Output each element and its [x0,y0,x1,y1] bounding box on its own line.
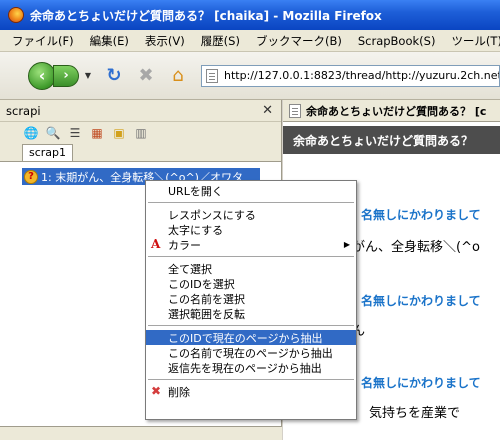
sidebar-header: scrapi ✕ [0,100,281,122]
submenu-arrow-icon: ▶ [343,240,350,249]
menu-file[interactable]: ファイル(F) [4,33,82,49]
menu-separator [148,325,354,326]
globe-icon[interactable]: 🌐 [22,124,40,142]
text-color-icon: A [151,237,161,251]
back-arrow-icon: ‹ [38,66,46,85]
menu-item-label: 選択範囲を反転 [168,307,245,321]
menu-view[interactable]: 表示(V) [137,33,193,49]
new-folder-icon[interactable]: ▣ [110,124,128,142]
sidebar-footer [0,426,282,440]
menu-item-extract-by-name[interactable]: この名前で現在のページから抽出 [146,345,356,360]
post-text: 気持ちを産業で [369,406,461,421]
stop-button[interactable]: ✖ [133,63,159,89]
menu-item-delete[interactable]: ✖ 削除 [146,384,356,399]
navigation-toolbar: ‹ › ▼ ↻ ✖ ⌂ http://127.0.0.1:8823/thread… [0,52,500,100]
menu-item-select-name[interactable]: この名前を選択 [146,291,356,306]
menu-item-label: 返信先を現在のページから抽出 [168,361,322,375]
question-icon: ? [24,169,38,184]
sidebar-toolbar: 🌐 🔍 ☰ ▦ ▣ ▥ [0,122,281,144]
menu-item-select-id[interactable]: このIDを選択 [146,276,356,291]
page-icon [206,68,218,83]
close-sidebar-icon[interactable]: ✕ [262,103,273,118]
delete-icon: ✖ [151,384,162,398]
history-dropdown-button[interactable]: ▼ [81,66,95,86]
content-tab[interactable]: 余命あとちょいだけど質問ある？ [c [283,100,500,122]
list-icon[interactable]: ☰ [66,124,84,142]
menu-scrapbook[interactable]: ScrapBook(S) [350,34,444,48]
content-tab-title: 余命あとちょいだけど質問ある？ [c [306,104,487,118]
menu-item-select-all[interactable]: 全て選択 [146,261,356,276]
menu-history[interactable]: 履歴(S) [193,33,248,49]
menu-item-label: 全て選択 [168,262,212,276]
menu-separator [148,379,354,380]
menu-item-label: 削除 [168,385,190,399]
menu-item-invert-selection[interactable]: 選択範囲を反転 [146,306,356,321]
menu-item-label: URLを開く [168,184,223,198]
url-bar[interactable]: http://127.0.0.1:8823/thread/http://yuzu… [201,64,500,87]
menu-bar: ファイル(F) 編集(E) 表示(V) 履歴(S) ブックマーク(B) Scra… [0,30,500,52]
sidebar-tabs: scrap1 [0,144,281,162]
menu-item-label: このIDを選択 [168,277,235,291]
menu-item-open-url[interactable]: URLを開く [146,183,356,198]
context-menu: URLを開く レスポンスにする 太字にする A カラー ▶ 全て選択 このIDを… [145,180,357,420]
tab-scrap1[interactable]: scrap1 [22,144,74,161]
tree-icon[interactable]: ▦ [88,124,106,142]
thread-title: 余命あとちょいだけど質問ある？ [293,133,474,148]
menu-separator [148,202,354,203]
post-text: がん、全身転移＼(^o [352,240,480,255]
trash-icon[interactable]: ▥ [132,124,150,142]
menu-item-label: この名前を選択 [168,292,245,306]
post-author[interactable]: 名無しにかわりまして [361,206,481,223]
post-author[interactable]: 名無しにかわりまして [361,374,481,391]
sidebar-title: scrapi [6,103,41,118]
menu-item-label: カラー [168,238,201,252]
forward-arrow-icon: › [63,68,69,83]
firefox-icon [8,7,24,23]
post-author[interactable]: 名無しにかわりまして [361,292,481,309]
back-forward-group: ‹ › ▼ [28,61,95,91]
reload-button[interactable]: ↻ [101,63,127,89]
title-bar: 余命あとちょいだけど質問ある？ [chaika] - Mozilla Firef… [0,0,500,30]
menu-tools[interactable]: ツール(T) [443,33,500,49]
menu-item-label: レスポンスにする [168,208,256,222]
home-icon: ⌂ [172,65,184,86]
thread-header: 余命あとちょいだけど質問ある？ [283,126,500,154]
window-title: 余命あとちょいだけど質問ある？ [chaika] - Mozilla Firef… [30,8,382,23]
url-text: http://127.0.0.1:8823/thread/http://yuzu… [224,69,500,82]
menu-item-label: このIDで現在のページから抽出 [168,331,323,345]
menu-item-bold[interactable]: 太字にする [146,222,356,237]
menu-item-label: この名前で現在のページから抽出 [168,346,333,360]
menu-item-as-response[interactable]: レスポンスにする [146,207,356,222]
reload-icon: ↻ [106,65,122,86]
menu-bookmarks[interactable]: ブックマーク(B) [248,33,350,49]
home-button[interactable]: ⌂ [165,63,191,89]
menu-edit[interactable]: 編集(E) [82,33,137,49]
forward-button[interactable]: › [53,64,79,87]
menu-item-extract-by-id[interactable]: このIDで現在のページから抽出 [146,330,356,345]
tab-page-icon [289,103,301,118]
search-icon[interactable]: 🔍 [44,124,62,142]
stop-icon: ✖ [138,65,154,86]
menu-item-label: 太字にする [168,223,224,237]
menu-item-color[interactable]: A カラー ▶ [146,237,356,252]
menu-item-extract-reply[interactable]: 返信先を現在のページから抽出 [146,360,356,375]
back-button[interactable]: ‹ [28,61,56,90]
menu-separator [148,256,354,257]
